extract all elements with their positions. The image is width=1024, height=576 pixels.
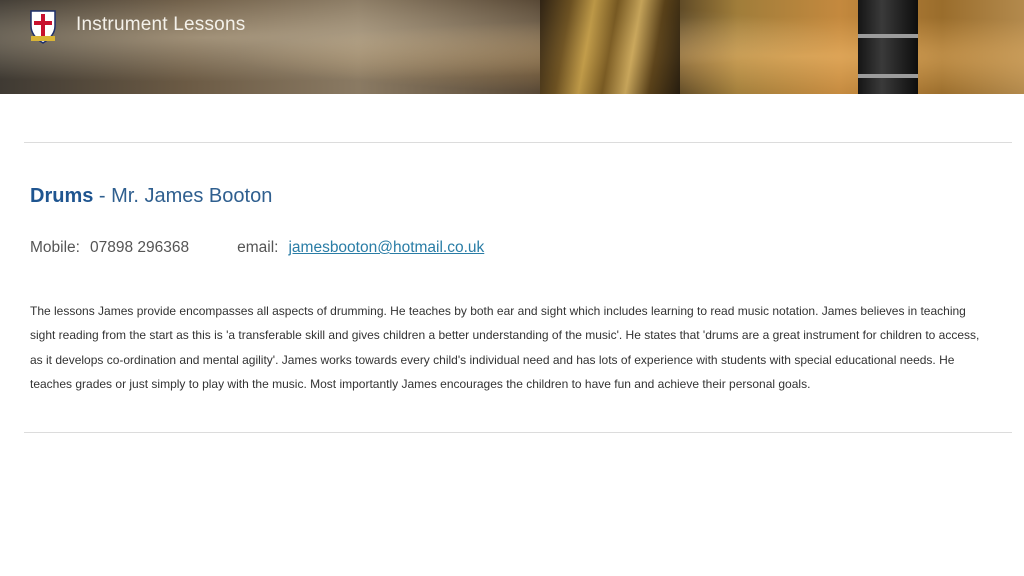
heading-separator: -: [93, 185, 112, 207]
bottom-divider: [24, 432, 1012, 433]
email-link[interactable]: jamesbooton@hotmail.co.uk: [288, 239, 484, 256]
subject-name: Drums: [30, 185, 94, 207]
clarinet-ring: [858, 34, 918, 38]
teacher-bio: The lessons James provide encompasses al…: [30, 304, 980, 391]
header-banner: Instrument Lessons: [0, 0, 1024, 94]
saxophone-image: [540, 0, 680, 94]
school-crest-icon[interactable]: [28, 8, 58, 44]
mobile-number: 07898 296368: [89, 239, 190, 256]
email-label: email:: [237, 239, 279, 256]
teacher-heading: Drums - Mr. James Booton: [30, 185, 272, 208]
contact-line: Mobile: 07898 296368 email: jamesbooton@hot…: [30, 239, 484, 257]
top-divider: [24, 142, 1012, 143]
mobile-label: Mobile:: [30, 239, 80, 256]
clarinet-image: [858, 0, 918, 94]
teacher-name: Mr. James Booton: [111, 185, 273, 207]
clarinet-ring: [858, 74, 918, 78]
site-title[interactable]: Instrument Lessons: [76, 14, 245, 36]
